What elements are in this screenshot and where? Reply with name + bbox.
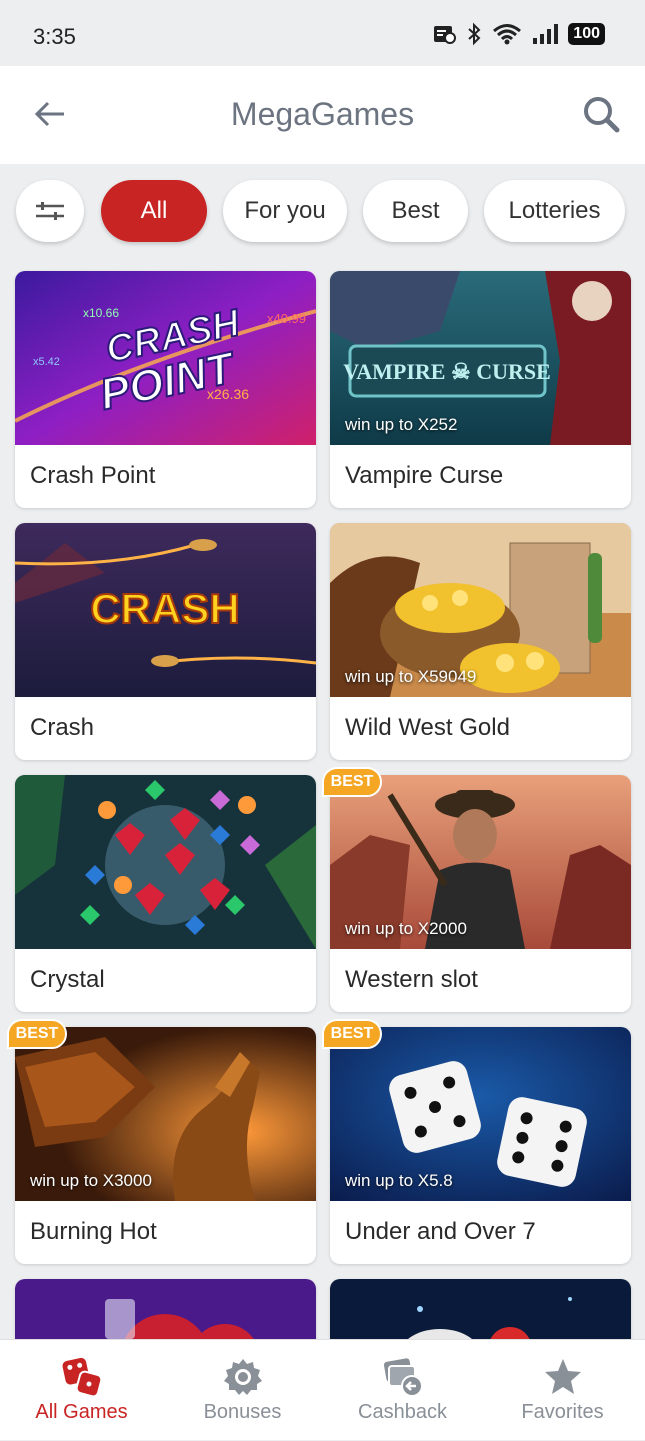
filter-chip-lotteries[interactable]: Lotteries <box>484 180 625 242</box>
gear-icon <box>222 1356 264 1398</box>
game-thumbnail <box>15 1279 316 1339</box>
game-thumbnail: CRASH <box>15 523 316 697</box>
star-icon <box>542 1356 584 1398</box>
page-title: MegaGames <box>230 96 415 132</box>
win-multiplier: win up to X2000 <box>345 919 467 938</box>
game-thumbnail <box>330 1279 631 1339</box>
game-card-crash[interactable]: CRASH Crash <box>15 523 316 760</box>
game-title: Vampire Curse <box>345 462 504 489</box>
crash-point-mult-3: x5.42 <box>33 356 60 368</box>
nav-all-games[interactable]: All Games <box>1 1340 162 1441</box>
crash-point-mult-1: x10.66 <box>83 306 119 320</box>
status-time: 3:35 <box>33 24 76 49</box>
dice-icon <box>61 1356 103 1398</box>
search-icon <box>584 97 620 133</box>
games-grid: CRASH POINT x10.66 x40.99 x5.42 x26.36 C… <box>0 259 645 1339</box>
nav-bonuses[interactable]: Bonuses <box>162 1340 323 1441</box>
game-card-partial-right[interactable] <box>330 1279 631 1339</box>
cashback-icon <box>382 1356 424 1398</box>
filter-chip-best[interactable]: Best <box>363 180 468 242</box>
game-thumbnail <box>15 775 316 949</box>
notification-icon <box>434 26 457 44</box>
best-badge: BEST <box>322 1019 382 1049</box>
nav-label: Bonuses <box>203 1401 282 1423</box>
app-bar: MegaGames <box>0 66 645 164</box>
crash-point-mult-4: x26.36 <box>207 386 249 402</box>
battery-indicator: 100 <box>568 23 605 45</box>
crash-art-text: CRASH <box>90 585 239 632</box>
filter-row: All For you Best Lotteries <box>0 164 645 259</box>
nav-label: All Games <box>35 1401 128 1423</box>
game-title: Wild West Gold <box>345 714 510 741</box>
best-badge: BEST <box>322 767 382 797</box>
game-card-partial-left[interactable] <box>15 1279 316 1339</box>
filter-chip-all[interactable]: All <box>101 180 207 242</box>
win-multiplier: win up to X5.8 <box>345 1171 453 1190</box>
filter-settings-button[interactable] <box>16 180 84 242</box>
game-title: Western slot <box>345 966 478 993</box>
game-title: Crash Point <box>30 462 156 489</box>
crash-point-mult-2: x40.99 <box>267 311 306 326</box>
game-title: Crash <box>30 714 95 741</box>
nav-label: Cashback <box>358 1401 447 1423</box>
status-bar: 3:35 100 <box>0 0 645 66</box>
game-card-western-slot[interactable]: win up to X2000 Western slot <box>330 775 631 1012</box>
nav-label: Favorites <box>521 1401 604 1423</box>
game-title: Crystal <box>30 966 105 993</box>
win-multiplier: win up to X3000 <box>30 1171 152 1190</box>
best-badge: BEST <box>7 1019 67 1049</box>
game-title: Under and Over 7 <box>345 1218 536 1245</box>
game-card-under-and-over-7[interactable]: win up to X5.8 Under and Over 7 <box>330 1027 631 1264</box>
game-thumbnail: CRASH POINT x10.66 x40.99 x5.42 x26.36 <box>15 271 316 445</box>
nav-favorites[interactable]: Favorites <box>482 1340 643 1441</box>
vampire-curse-art-text: VAMPIRE ☠ CURSE <box>343 359 551 384</box>
game-card-crash-point[interactable]: CRASH POINT x10.66 x40.99 x5.42 x26.36 C… <box>15 271 316 508</box>
bluetooth-icon <box>468 22 481 46</box>
nav-cashback[interactable]: Cashback <box>322 1340 483 1441</box>
status-icons: 100 <box>432 22 605 46</box>
game-card-burning-hot[interactable]: win up to X3000 Burning Hot <box>15 1027 316 1264</box>
search-button[interactable] <box>579 92 623 136</box>
game-card-crystal[interactable]: Crystal <box>15 775 316 1012</box>
win-multiplier: win up to X252 <box>345 415 458 434</box>
game-title: Burning Hot <box>30 1218 157 1245</box>
filter-chip-for-you[interactable]: For you <box>223 180 347 242</box>
win-multiplier: win up to X59049 <box>345 667 477 686</box>
wifi-icon <box>493 24 522 45</box>
sliders-icon <box>36 202 64 220</box>
bottom-nav: All Games Bonuses Cashback Favorites <box>0 1339 645 1440</box>
game-card-vampire-curse[interactable]: VAMPIRE ☠ CURSE win up to X252 Vampire C… <box>330 271 631 508</box>
game-card-wild-west-gold[interactable]: win up to X59049 Wild West Gold <box>330 523 631 760</box>
signal-icon <box>533 24 559 44</box>
